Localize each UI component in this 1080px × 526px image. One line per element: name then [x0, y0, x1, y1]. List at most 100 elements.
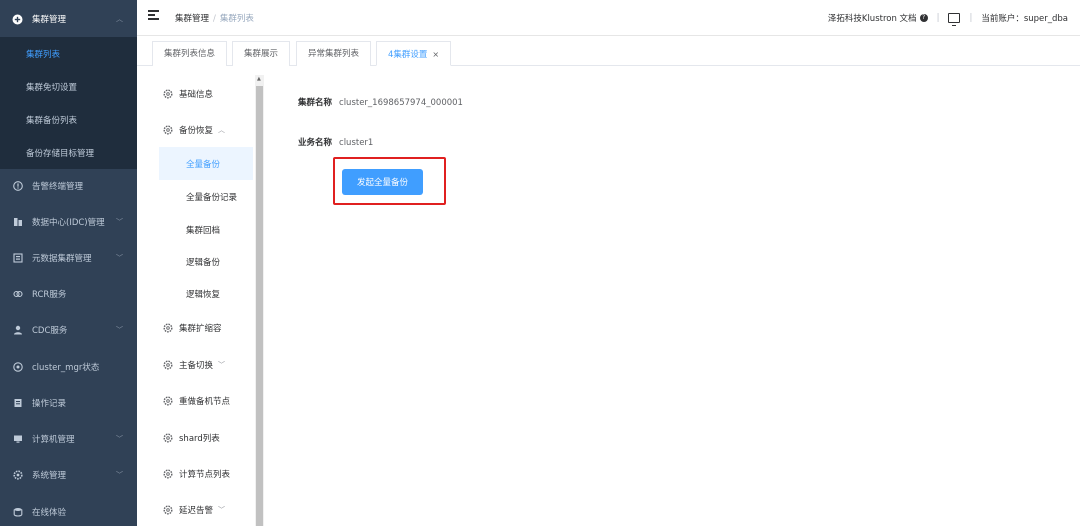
sidebar-item-label: 告警终端管理 — [32, 182, 84, 192]
building-icon — [12, 217, 23, 228]
menu-item-label: 重做备机节点 — [179, 396, 231, 407]
account-label[interactable]: 当前账户：super_dba — [981, 12, 1068, 24]
tab-cluster-display[interactable]: 集群展示 — [232, 41, 291, 66]
menu-item-basic-info[interactable]: 基础信息 — [149, 77, 253, 110]
tab-cluster-list-info[interactable]: 集群列表信息 — [152, 41, 228, 66]
chevron-down-icon: ﹀ — [218, 360, 226, 369]
cluster-name-value: cluster_1698657974_000001 — [339, 98, 463, 108]
chevron-down-icon: ﹀ — [116, 254, 123, 262]
gear-icon — [12, 470, 23, 481]
business-name-value: cluster1 — [339, 138, 374, 148]
screen-icon[interactable] — [948, 13, 961, 26]
header-right: 泽拓科技Klustron 文档 ? | | 当前账户：super_dba — [828, 12, 1068, 26]
close-icon[interactable]: × — [432, 50, 439, 59]
menu-item-logical-restore[interactable]: 逻辑恢复 — [159, 277, 253, 310]
gear-icon — [163, 433, 173, 443]
sidebar-item-label: 在线体验 — [32, 508, 67, 518]
menu-item-label: shard列表 — [179, 433, 220, 444]
sidebar-item-operation-records[interactable]: 操作记录 — [0, 385, 137, 421]
sidebar-item-online-trial[interactable]: 在线体验 — [0, 494, 137, 526]
menu-item-compute-node-list[interactable]: 计算节点列表 — [149, 457, 253, 490]
user-icon — [12, 325, 23, 336]
sidebar-group-cluster-mgmt[interactable]: 集群管理 ︿ — [0, 1, 137, 37]
sidebar-item-label: 元数据集群管理 — [32, 254, 92, 264]
help-icon[interactable]: ? — [919, 14, 928, 22]
sidebar-item-label: CDC服务 — [32, 326, 68, 336]
sidebar-item-idc[interactable]: 数据中心(IDC)管理 ﹀ — [0, 204, 137, 240]
doc-link[interactable]: 泽拓科技Klustron 文档 — [828, 12, 917, 24]
monitor-icon — [12, 434, 23, 445]
scroll-up-arrow-icon[interactable]: ▲ — [257, 76, 261, 82]
start-full-backup-button[interactable]: 发起全量备份 — [342, 169, 423, 195]
gear-icon — [163, 469, 173, 479]
menu-item-full-backup[interactable]: 全量备份 — [159, 147, 253, 180]
breadcrumb: 集群管理 / 集群列表 — [175, 12, 254, 24]
chevron-down-icon: ﹀ — [116, 326, 123, 334]
cluster-name-label: 集群名称 — [298, 98, 333, 108]
sidebar-item-rcr[interactable]: RCR服务 — [0, 276, 137, 312]
menu-item-rebuild-replica[interactable]: 重做备机节点 — [149, 384, 253, 417]
sidebar-item-label: 系统管理 — [32, 471, 67, 481]
gear-icon — [163, 89, 173, 99]
top-header: 集群管理 / 集群列表 泽拓科技Klustron 文档 ? | | 当前账户：sup… — [137, 0, 1080, 36]
chevron-down-icon: ﹀ — [116, 435, 123, 443]
menu-item-label: 延迟告警 — [179, 505, 214, 516]
gear-icon — [163, 505, 173, 515]
sidebar-item-label: 操作记录 — [32, 399, 67, 409]
link-icon — [12, 289, 23, 300]
status-icon — [12, 362, 23, 373]
sidebar-item-computer-mgmt[interactable]: 计算机管理 ﹀ — [0, 421, 137, 457]
gear-icon — [163, 396, 173, 406]
menu-item-label: 计算节点列表 — [179, 469, 231, 480]
sidebar: 集群管理 ︿ 集群列表 集群免切设置 集群备份列表 备份存储目标管理 告警终端管… — [0, 0, 137, 526]
menu-scrollbar-thumb[interactable] — [256, 86, 263, 526]
sidebar-item-label: cluster_mgr状态 — [32, 363, 100, 373]
business-name-label: 业务名称 — [298, 138, 333, 148]
chevron-down-icon: ﹀ — [116, 218, 123, 226]
chevron-up-icon: ︿ — [218, 125, 226, 134]
breadcrumb-separator: / — [213, 14, 216, 24]
database-icon — [12, 253, 23, 264]
menu-item-label: 集群扩缩容 — [179, 323, 222, 334]
sidebar-item-system-mgmt[interactable]: 系统管理 ﹀ — [0, 457, 137, 493]
menu-item-scale[interactable]: 集群扩缩容 — [149, 311, 253, 344]
menu-item-backup-restore[interactable]: 备份恢复 ︿ — [149, 113, 253, 146]
plus-circle-icon — [12, 14, 23, 25]
breadcrumb-item[interactable]: 集群管理 — [175, 14, 209, 24]
menu-item-full-backup-records[interactable]: 全量备份记录 — [159, 180, 253, 213]
db-icon — [12, 507, 23, 518]
chevron-down-icon: ﹀ — [116, 471, 123, 479]
alert-icon — [12, 181, 23, 192]
divider: | — [969, 13, 973, 23]
menu-item-logical-backup[interactable]: 逻辑备份 — [159, 245, 253, 278]
menu-item-cluster-rollback[interactable]: 集群回档 — [159, 213, 253, 246]
sidebar-item-cluster-switch-settings[interactable]: 集群免切设置 — [0, 70, 137, 103]
sidebar-item-alert-terminal[interactable]: 告警终端管理 — [0, 168, 137, 204]
menu-item-shard-list[interactable]: shard列表 — [149, 421, 253, 454]
sidebar-group-label: 集群管理 — [32, 15, 67, 25]
menu-item-label: 基础信息 — [179, 89, 214, 100]
menu-item-label: 备份恢复 — [179, 125, 214, 136]
sidebar-item-cluster-list[interactable]: 集群列表 — [0, 37, 137, 70]
gear-icon — [163, 360, 173, 370]
sidebar-item-backup-storage[interactable]: 备份存储目标管理 — [0, 136, 137, 169]
tab-cluster-settings[interactable]: 4集群设置 × — [376, 41, 452, 66]
tab-label: 4集群设置 — [388, 50, 428, 60]
hamburger-icon[interactable] — [148, 10, 159, 21]
sidebar-item-cluster-backup-list[interactable]: 集群备份列表 — [0, 103, 137, 136]
chevron-up-icon: ︿ — [116, 15, 123, 23]
sidebar-item-cluster-mgr-status[interactable]: cluster_mgr状态 — [0, 349, 137, 385]
gear-icon — [163, 125, 173, 135]
sidebar-item-cdc[interactable]: CDC服务 ﹀ — [0, 312, 137, 348]
chevron-down-icon: ﹀ — [218, 505, 226, 514]
menu-item-switchover[interactable]: 主备切换 ﹀ — [149, 348, 253, 381]
sidebar-item-label: RCR服务 — [32, 290, 67, 300]
menu-item-label: 主备切换 — [179, 360, 214, 371]
tab-abnormal-cluster-list[interactable]: 异常集群列表 — [296, 41, 372, 66]
menu-item-delay-alert[interactable]: 延迟告警 ﹀ — [149, 493, 253, 526]
gear-icon — [163, 323, 173, 333]
cluster-name-field: 集群名称 cluster_1698657974_000001 — [298, 96, 463, 108]
business-name-field: 业务名称 cluster1 — [298, 136, 373, 148]
tab-bar: 集群列表信息 集群展示 异常集群列表 4集群设置 × — [137, 37, 1080, 66]
sidebar-item-meta-cluster[interactable]: 元数据集群管理 ﹀ — [0, 240, 137, 276]
